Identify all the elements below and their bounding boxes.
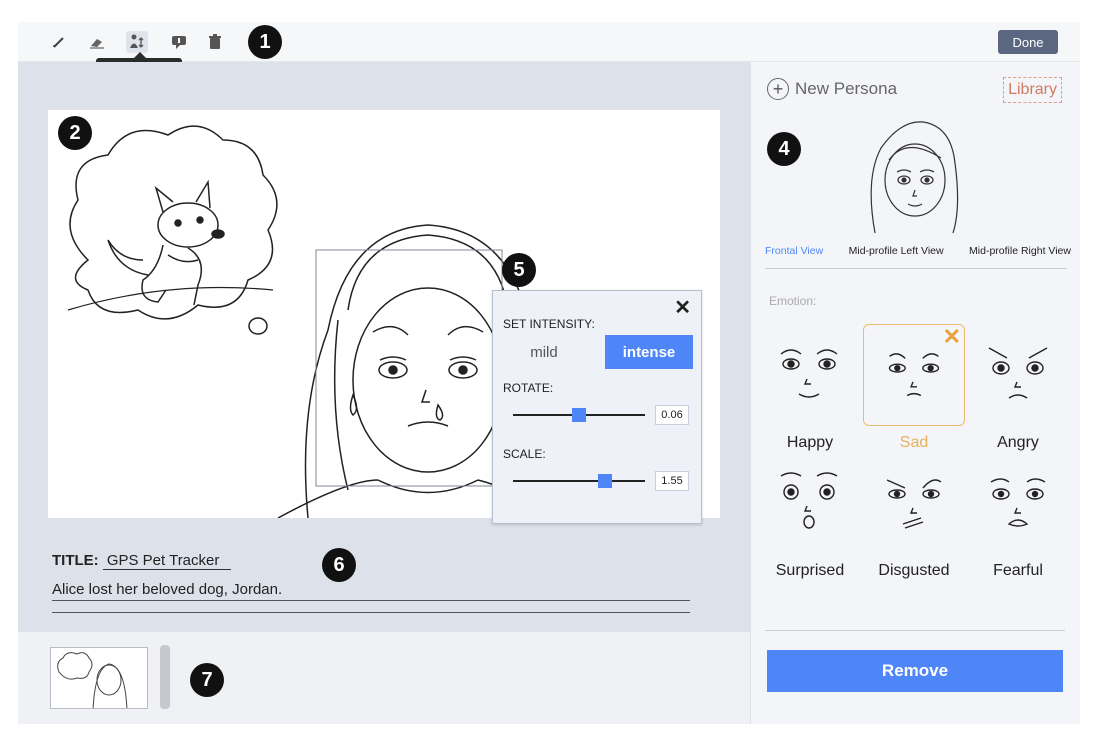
story-text-field[interactable]: Alice lost her beloved dog, Jordan. [52,581,690,601]
dog-drawing [107,179,225,306]
fearful-face-icon [990,478,1046,527]
persona-panel: + New Persona Library 4 Frontal View Mid… [750,62,1080,724]
story-text-line[interactable] [52,612,690,613]
remove-button[interactable]: Remove [767,650,1063,692]
badge-4: 4 [767,132,801,166]
emotion-label: Angry [997,434,1039,451]
eraser-tool[interactable] [86,31,108,53]
badge-7: 7 [190,663,224,697]
move-tool[interactable] [126,31,148,53]
view-mid-profile-right[interactable]: Mid-profile Right View [969,245,1071,257]
disgusted-face-icon [886,479,942,529]
badge-2: 2 [58,116,92,150]
pencil-icon [53,37,64,48]
trash-tool[interactable] [204,31,226,53]
emotion-disgusted[interactable]: Disgusted [863,452,965,579]
scale-slider-track[interactable] [513,480,645,482]
story-title-row: TITLE: GPS Pet Tracker [52,552,232,570]
done-button[interactable]: Done [998,30,1058,54]
emotion-happy[interactable]: Happy [759,324,861,451]
view-selector: Frontal View Mid-profile Left View Mid-p… [765,245,1071,257]
filmstrip-scrollbar[interactable] [160,645,170,709]
surprised-face-icon [780,472,838,529]
remove-emotion-icon[interactable]: ✕ [943,324,961,350]
plus-circle-icon: + [767,78,789,100]
emotion-fearful[interactable]: Fearful [967,452,1069,579]
rotate-value[interactable]: 0.06 [655,405,689,425]
selection-box [315,249,503,487]
angry-face-icon [988,347,1048,399]
view-mid-profile-left[interactable]: Mid-profile Left View [849,245,944,257]
move-icon [130,34,144,48]
intensity-mild-button[interactable]: mild [501,335,587,369]
intensity-intense-button[interactable]: intense [605,335,693,369]
panel-filmstrip: 7 [18,632,750,724]
emotion-heading: Emotion: [769,294,817,308]
title-label: TITLE: [52,552,99,569]
pencil-tool[interactable] [48,31,70,53]
new-persona-button[interactable]: + New Persona [767,78,897,100]
storyboard-app: 1 Done move [18,22,1080,724]
rotate-label: ROTATE: [503,381,554,395]
emotion-sad[interactable]: ✕ Sad [863,324,965,451]
persona-portrait[interactable] [861,118,965,238]
badge-6: 6 [322,548,356,582]
thumbnail-image [57,652,128,708]
scale-value[interactable]: 1.55 [655,471,689,491]
scale-label: SCALE: [503,447,546,461]
close-icon[interactable]: ✕ [674,295,691,320]
emotion-label: Fearful [993,562,1043,579]
emotion-adjust-panel: ✕ SET INTENSITY: mild intense ROTATE: 0.… [492,290,702,524]
emotion-angry[interactable]: Angry [967,324,1069,451]
eraser-icon [90,39,104,49]
speech-bubble-icon [172,36,186,49]
speech-bubble-tool[interactable] [168,31,190,53]
toolbar: 1 Done [18,22,1080,62]
badge-1: 1 [248,25,282,59]
rotate-slider-thumb[interactable] [571,408,586,422]
badge-5: 5 [502,253,536,287]
happy-face-icon [780,349,838,398]
title-field[interactable]: GPS Pet Tracker [102,552,232,570]
scale-slider-thumb[interactable] [598,474,613,488]
emotion-surprised[interactable]: Surprised [759,452,861,579]
panel-thumbnail[interactable] [50,647,148,709]
divider [765,268,1067,269]
trash-icon [209,34,221,49]
library-button[interactable]: Library [1003,77,1062,103]
new-persona-label: New Persona [795,79,898,98]
divider [765,630,1065,631]
intensity-label: SET INTENSITY: [503,317,595,331]
view-frontal[interactable]: Frontal View [765,245,823,257]
editor-area: 2 ✕ SET INTENSITY: mild intense ROTATE: … [18,62,750,632]
